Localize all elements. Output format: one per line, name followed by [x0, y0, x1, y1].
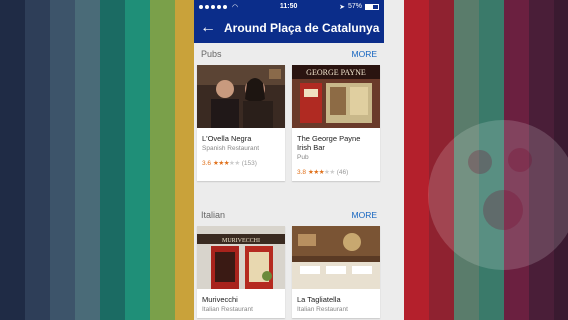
place-type: Spanish Restaurant: [202, 145, 260, 152]
place-rating: 3.6 ★★★★★ (153): [202, 159, 280, 168]
more-link[interactable]: MORE: [352, 49, 378, 59]
place-card[interactable]: La Tagliatella Italian Restaurant: [292, 226, 380, 318]
storefront-sign: MURIVECCHI: [222, 238, 260, 244]
status-bar: ◠ 11:50 ➤ 57%: [194, 0, 384, 13]
status-time: 11:50: [279, 3, 298, 10]
place-photo: GEORGE PAYNE: [292, 65, 380, 128]
place-photo: [292, 226, 380, 289]
rating-stars-icon: ★★★★★: [213, 160, 240, 167]
battery-percent: 57%: [347, 3, 362, 10]
place-name: The George Payne Irish Bar: [297, 134, 361, 152]
wifi-icon: ◠: [232, 3, 239, 11]
back-arrow-icon[interactable]: ←: [200, 20, 216, 36]
place-name: La Tagliatella: [297, 295, 341, 304]
location-icon: ➤: [339, 3, 345, 11]
more-link[interactable]: MORE: [352, 210, 378, 220]
place-photo: [197, 65, 285, 128]
place-type: Italian Restaurant: [297, 306, 348, 313]
place-photo: MURIVECCHI: [197, 226, 285, 289]
section-title: Pubs: [201, 49, 222, 59]
app-bar: ← Around Plaça de Catalunya: [194, 13, 384, 43]
review-count: (46): [336, 168, 349, 176]
place-card[interactable]: GEORGE PAYNE The George Payne Irish Bar …: [292, 65, 380, 181]
section-italian: Italian MORE MURIVECCHI Murivecchi Itali…: [194, 204, 384, 320]
place-name: Murivecchi: [202, 295, 238, 304]
battery-icon: [365, 3, 379, 10]
rating-stars-icon: ★★★★★: [308, 169, 335, 176]
place-card[interactable]: MURIVECCHI Murivecchi Italian Restaurant: [197, 226, 285, 318]
review-count: (153): [241, 159, 257, 167]
signal-icon: ◠: [199, 3, 238, 11]
place-type: Pub: [297, 154, 309, 161]
section-title: Italian: [201, 210, 226, 220]
rating-value: 3.6: [202, 159, 212, 167]
storefront-sign: GEORGE PAYNE: [306, 68, 366, 77]
place-name: L'Ovella Negra: [202, 134, 252, 143]
phone-screen: ◠ 11:50 ➤ 57% ← Around Plaça de Cataluny…: [194, 0, 384, 320]
page-title: Around Plaça de Catalunya: [224, 21, 380, 35]
place-type: Italian Restaurant: [202, 306, 253, 313]
place-card[interactable]: L'Ovella Negra Spanish Restaurant 3.6 ★★…: [197, 65, 285, 181]
logo-watermark: [428, 120, 568, 270]
rating-value: 3.8: [297, 168, 307, 176]
place-rating: 3.8 ★★★★★ (46): [297, 168, 375, 177]
section-pubs: Pubs MORE L'Ovella Negra Spanish Restaur…: [194, 43, 384, 188]
